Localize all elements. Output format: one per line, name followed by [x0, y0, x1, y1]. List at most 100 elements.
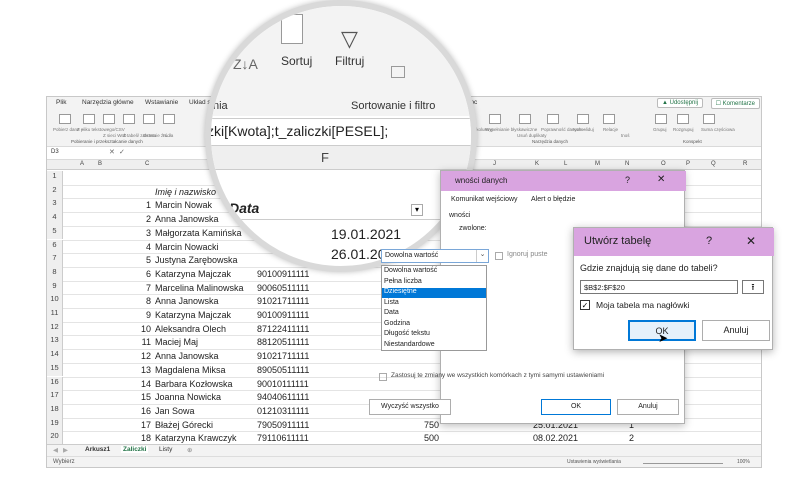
name-cell[interactable]: Aleksandra Olech — [155, 324, 245, 334]
name-cell[interactable]: Jan Sowa — [155, 406, 245, 416]
validation-ok-button[interactable]: OK — [541, 399, 611, 415]
allow-option[interactable]: Długość tekstu — [382, 330, 486, 340]
zoom-slider[interactable] — [643, 463, 723, 464]
row-header[interactable]: 9 — [47, 280, 63, 295]
pesel-cell[interactable]: 90060511111 — [257, 283, 317, 293]
confirm-icon[interactable]: ✓ — [119, 148, 125, 156]
pesel-cell[interactable]: 91021711111 — [257, 351, 317, 361]
row-number-cell[interactable]: 4 — [131, 242, 151, 252]
has-headers-checkbox[interactable]: ✓ — [580, 300, 590, 310]
tab-error-alert[interactable]: Alert o błędzie — [531, 196, 575, 203]
row-header[interactable]: 3 — [47, 198, 63, 213]
subtotal-icon[interactable] — [703, 114, 715, 124]
allow-option[interactable]: Pełna liczba — [382, 278, 486, 288]
get-data-icon[interactable] — [59, 114, 71, 124]
allow-option[interactable]: Dowolna wartość — [382, 267, 486, 277]
help-icon[interactable]: ? — [625, 175, 630, 185]
create-table-cancel-button[interactable]: Anuluj — [702, 320, 770, 341]
sort-az-box-icon[interactable] — [281, 14, 303, 44]
amount-cell[interactable]: 750 — [399, 420, 439, 430]
sheet-tab-listy[interactable]: Listy — [159, 446, 172, 453]
row-number-cell[interactable]: 15 — [131, 392, 151, 402]
tab-input-message[interactable]: Komunikat wejściowy — [451, 196, 518, 203]
row-header[interactable]: 11 — [47, 308, 63, 322]
magnified-formula[interactable]: zki[Kwota];t_zaliczki[PESEL]; — [211, 123, 388, 139]
tab-file[interactable]: Plik — [56, 99, 66, 106]
col-header-j[interactable]: J — [493, 161, 496, 167]
pesel-cell[interactable]: 90100911111 — [257, 269, 317, 279]
row-header[interactable]: 20 — [47, 431, 63, 445]
comments-button[interactable]: ☐ Komentarze — [710, 98, 760, 109]
col-header-n[interactable]: N — [625, 161, 629, 167]
row-header[interactable]: 5 — [47, 225, 63, 240]
filter-dropdown-icon[interactable]: ▾ — [411, 204, 423, 216]
row-number-cell[interactable]: 14 — [131, 379, 151, 389]
row-header[interactable]: 4 — [47, 212, 63, 226]
relationships-icon[interactable] — [603, 114, 615, 124]
row-number-cell[interactable]: 6 — [131, 269, 151, 279]
pesel-cell[interactable]: 79050911111 — [257, 420, 317, 430]
row-number-cell[interactable]: 10 — [131, 324, 151, 334]
row-header[interactable]: 18 — [47, 403, 63, 418]
name-cell[interactable]: Anna Janowska — [155, 351, 245, 361]
allow-option[interactable]: Godzina — [382, 320, 486, 330]
tab-insert[interactable]: Wstawianie — [145, 99, 178, 106]
col-header-r[interactable]: R — [743, 161, 747, 167]
name-cell[interactable]: Barbara Kozłowska — [155, 379, 245, 389]
row-header[interactable]: 7 — [47, 253, 63, 267]
name-box[interactable]: D3 — [51, 149, 101, 158]
magnified-col-f[interactable]: F — [321, 150, 329, 165]
col-header-o[interactable]: O — [661, 161, 666, 167]
col-header-l[interactable]: L — [564, 161, 567, 167]
advanced-filter-icon[interactable] — [391, 66, 405, 78]
pesel-cell[interactable]: 79110611111 — [257, 433, 317, 443]
zoom-level[interactable]: 100% — [737, 459, 750, 465]
row-number-cell[interactable]: 8 — [131, 296, 151, 306]
date-cell[interactable]: 08.02.2021 — [533, 433, 593, 443]
recent-sources-icon[interactable] — [143, 114, 155, 124]
allow-select[interactable]: Dowolna wartość ⌄ — [381, 249, 489, 263]
collapse-dialog-icon[interactable]: ⭱ — [742, 280, 764, 294]
row-header[interactable]: 13 — [47, 335, 63, 350]
extra-cell[interactable]: 2 — [629, 433, 639, 443]
row-header[interactable]: 10 — [47, 294, 63, 308]
row-number-cell[interactable]: 16 — [131, 406, 151, 416]
validation-cancel-button[interactable]: Anuluj — [617, 399, 679, 415]
allow-option[interactable]: Niestandardowe — [382, 341, 486, 351]
name-cell[interactable]: Magdalena Miksa — [155, 365, 245, 375]
display-settings[interactable]: Ustawienia wyświetlania — [567, 459, 621, 465]
range-input[interactable]: $B$2:$F$20 — [580, 280, 738, 294]
row-header[interactable]: 17 — [47, 390, 63, 404]
data-validation-icon[interactable] — [547, 114, 559, 124]
col-header-m[interactable]: M — [595, 161, 600, 167]
amount-cell[interactable]: 500 — [399, 433, 439, 443]
row-number-cell[interactable]: 17 — [131, 420, 151, 430]
pesel-cell[interactable]: 91021711111 — [257, 296, 317, 306]
row-header[interactable]: 6 — [47, 239, 63, 254]
existing-connections-icon[interactable] — [163, 114, 175, 124]
pesel-cell[interactable]: 94040611111 — [257, 392, 317, 402]
col-header-k[interactable]: K — [535, 161, 539, 167]
ungroup-icon[interactable] — [677, 114, 689, 124]
clear-all-button[interactable]: Wyczyść wszystko — [369, 399, 451, 415]
col-header-b[interactable]: B — [98, 161, 102, 167]
col-header-q[interactable]: Q — [711, 161, 716, 167]
prev-sheet-icon[interactable]: ◀ — [53, 446, 58, 454]
row-number-cell[interactable]: 1 — [131, 200, 151, 210]
col-header-c[interactable]: C — [145, 161, 149, 167]
from-table-icon[interactable] — [123, 114, 135, 124]
chevron-down-icon[interactable]: ⌄ — [476, 250, 488, 262]
apply-all-checkbox[interactable] — [379, 373, 387, 381]
consolidate-icon[interactable] — [577, 114, 589, 124]
name-cell[interactable]: Katarzyna Krawczyk — [155, 433, 245, 443]
from-text-icon[interactable] — [83, 114, 95, 124]
allow-option[interactable]: Data — [382, 309, 486, 319]
flash-fill-icon[interactable] — [489, 114, 501, 124]
row-header[interactable]: 14 — [47, 349, 63, 363]
row-number-cell[interactable]: 2 — [131, 214, 151, 224]
sort-za-icon[interactable]: Z↓A — [233, 56, 258, 72]
row-header[interactable]: 2 — [47, 184, 63, 199]
sort-label[interactable]: Sortuj — [281, 54, 312, 68]
filter-label[interactable]: Filtruj — [335, 54, 364, 68]
pesel-cell[interactable]: 87122411111 — [257, 324, 317, 334]
